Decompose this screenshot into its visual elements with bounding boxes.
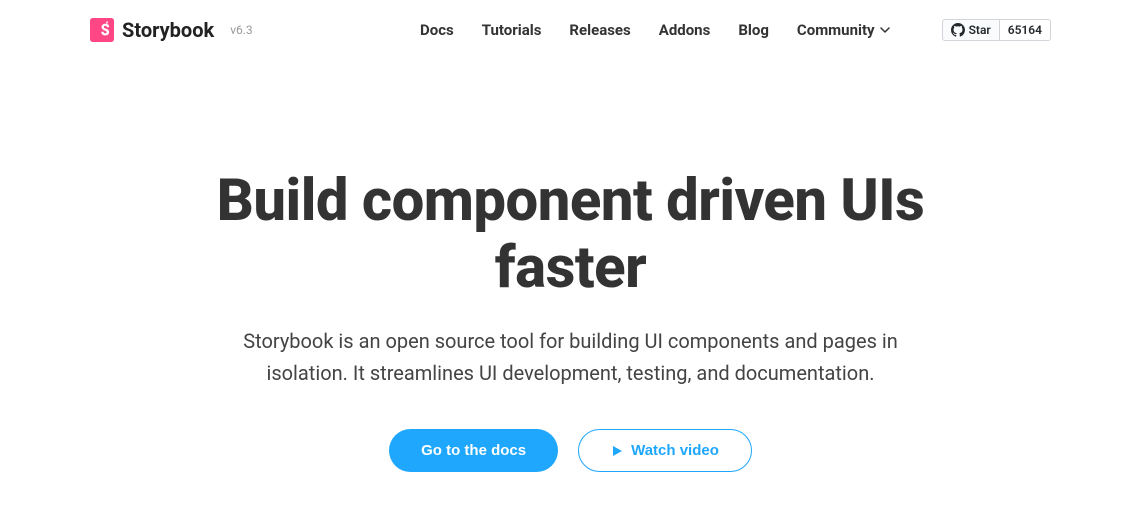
- watch-video-label: Watch video: [631, 442, 719, 459]
- chevron-down-icon: [880, 25, 890, 35]
- nav-docs[interactable]: Docs: [420, 21, 454, 39]
- logo-group[interactable]: Storybook v6.3: [90, 18, 253, 42]
- github-star-group: Star 65164: [942, 19, 1051, 41]
- header-inner: Storybook v6.3 Docs Tutorials Releases A…: [0, 18, 1141, 42]
- storybook-logo-icon: [90, 18, 114, 42]
- hero-title: Build component driven UIs faster: [191, 168, 951, 301]
- github-star-count[interactable]: 65164: [1000, 19, 1051, 41]
- nav-blog[interactable]: Blog: [738, 21, 769, 39]
- github-icon: [951, 23, 965, 37]
- nav-addons[interactable]: Addons: [659, 21, 711, 39]
- hero-subtitle: Storybook is an open source tool for bui…: [191, 325, 951, 389]
- nav-tutorials[interactable]: Tutorials: [482, 21, 542, 39]
- nav-releases[interactable]: Releases: [569, 21, 630, 39]
- nav-community-dropdown[interactable]: Community: [797, 21, 890, 39]
- play-icon: [611, 445, 623, 457]
- nav-community-label: Community: [797, 21, 875, 39]
- brand-name: Storybook: [122, 18, 214, 42]
- watch-video-button[interactable]: Watch video: [578, 429, 752, 472]
- hero-buttons: Go to the docs Watch video: [191, 429, 951, 472]
- github-star-label: Star: [969, 23, 991, 37]
- main-nav: Docs Tutorials Releases Addons Blog Comm…: [420, 19, 1051, 41]
- site-header: Storybook v6.3 Docs Tutorials Releases A…: [0, 0, 1141, 60]
- version-label: v6.3: [230, 23, 252, 37]
- go-to-docs-button[interactable]: Go to the docs: [389, 429, 558, 472]
- hero-section: Build component driven UIs faster Storyb…: [191, 60, 951, 472]
- github-star-button[interactable]: Star: [942, 19, 1000, 41]
